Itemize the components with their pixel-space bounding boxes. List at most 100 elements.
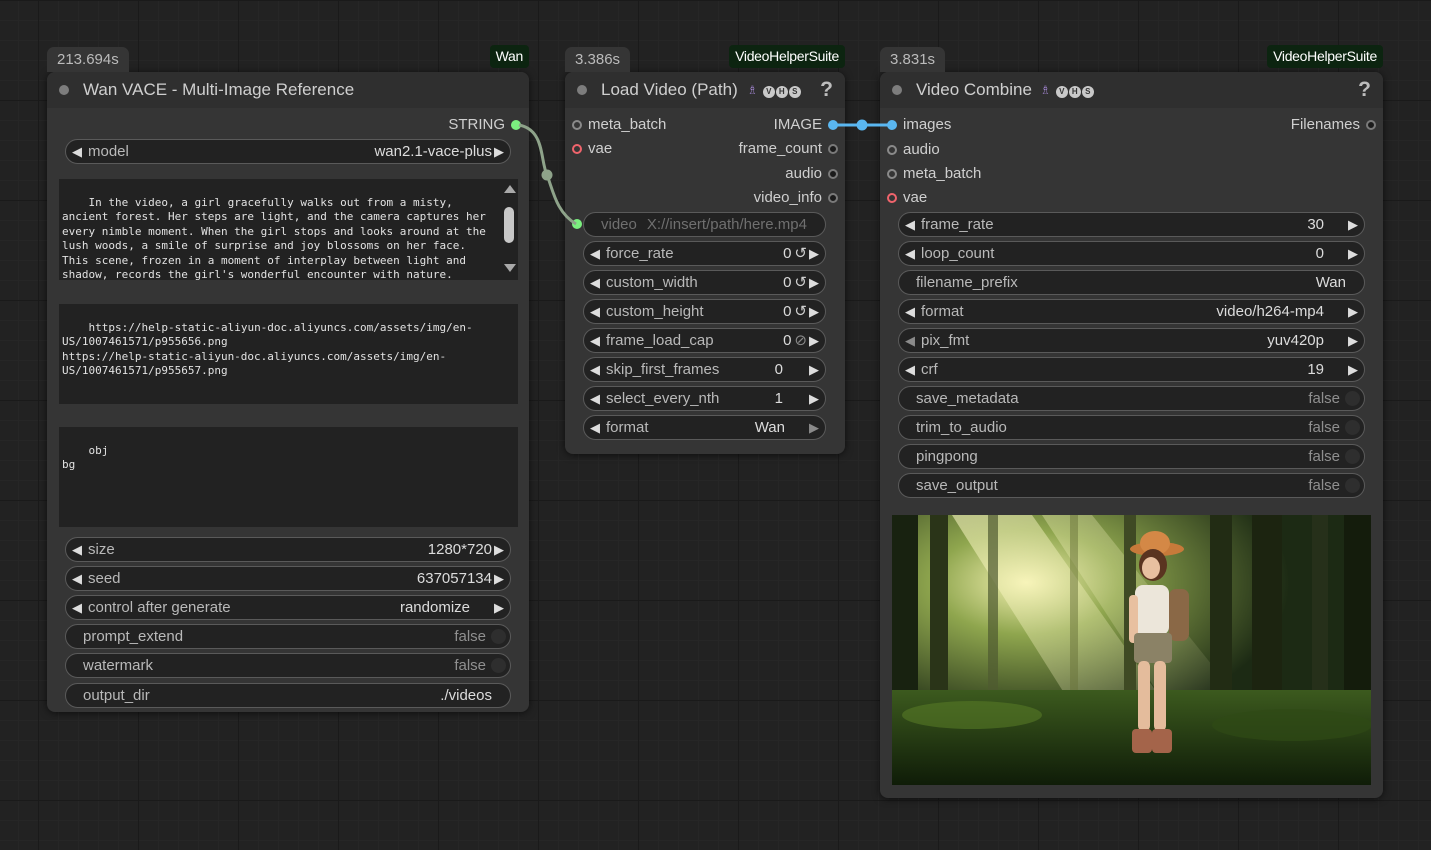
force-rate-number[interactable]: ◀ force_rate 0 ↺ ▶: [583, 241, 826, 266]
increment-arrow-icon[interactable]: ▶: [494, 567, 504, 590]
decrement-arrow-icon[interactable]: ◀: [590, 329, 600, 352]
skip-first-frames-number[interactable]: ◀ skip_first_frames 0 ▶: [583, 357, 826, 382]
frame-load-cap-number[interactable]: ◀ frame_load_cap 0 ⊘ ▶: [583, 328, 826, 353]
reference-types-textarea[interactable]: obj bg: [59, 427, 518, 527]
increment-arrow-icon[interactable]: ▶: [809, 300, 819, 323]
increment-arrow-icon[interactable]: ▶: [494, 538, 504, 561]
output-dot[interactable]: [828, 169, 838, 179]
input-dot[interactable]: [887, 193, 897, 203]
collapse-dot[interactable]: [892, 85, 902, 95]
custom-width-number[interactable]: ◀ custom_width 0 ↺ ▶: [583, 270, 826, 295]
output-dot[interactable]: [828, 120, 838, 130]
decrement-arrow-icon[interactable]: ◀: [905, 300, 915, 323]
increment-arrow-icon[interactable]: ▶: [809, 416, 819, 439]
increment-arrow-icon[interactable]: ▶: [809, 242, 819, 265]
help-icon[interactable]: ?: [820, 72, 833, 108]
input-vae[interactable]: vae: [572, 139, 612, 159]
input-dot[interactable]: [887, 120, 897, 130]
output-dot[interactable]: [1366, 120, 1376, 130]
decrement-arrow-icon[interactable]: ◀: [590, 242, 600, 265]
image-urls-textarea[interactable]: https://help-static-aliyun-doc.aliyuncs.…: [59, 304, 518, 404]
frame-rate-number[interactable]: ◀ frame_rate 30 ▶: [898, 212, 1365, 237]
decrement-arrow-icon[interactable]: ◀: [905, 213, 915, 236]
input-meta-batch[interactable]: meta_batch: [572, 115, 666, 135]
reset-icon[interactable]: ↺: [794, 271, 807, 294]
node-header[interactable]: Video Combine ♗ V H S ?: [880, 72, 1383, 108]
pix-fmt-combo[interactable]: ◀ pix_fmt yuv420p ▶: [898, 328, 1365, 353]
decrement-arrow-icon[interactable]: ◀: [590, 300, 600, 323]
decrement-arrow-icon[interactable]: ◀: [72, 567, 82, 590]
decrement-arrow-icon[interactable]: ◀: [72, 596, 82, 619]
video-path-input[interactable]: video X://insert/path/here.mp4: [583, 212, 826, 237]
input-vae[interactable]: vae: [887, 188, 927, 208]
video-preview[interactable]: [892, 515, 1371, 785]
toggle-knob[interactable]: [491, 629, 506, 644]
collapse-dot[interactable]: [577, 85, 587, 95]
disable-icon[interactable]: ⊘: [794, 329, 807, 352]
format-combo[interactable]: ◀ format Wan ▶: [583, 415, 826, 440]
seed-number[interactable]: ◀ seed 637057134 ▶: [65, 566, 511, 591]
output-filenames[interactable]: Filenames: [1291, 115, 1376, 135]
prompt-extend-toggle[interactable]: prompt_extend false: [65, 624, 511, 649]
output-string-dot[interactable]: [511, 120, 521, 130]
increment-arrow-icon[interactable]: ▶: [809, 329, 819, 352]
toggle-knob[interactable]: [1345, 449, 1360, 464]
decrement-arrow-icon[interactable]: ◀: [590, 358, 600, 381]
node-header[interactable]: Load Video (Path) ♗ V H S ?: [565, 72, 845, 108]
control-after-generate-combo[interactable]: ◀ control after generate randomize ▶: [65, 595, 511, 620]
save-output-toggle[interactable]: save_output false: [898, 473, 1365, 498]
increment-arrow-icon[interactable]: ▶: [1348, 358, 1358, 381]
scroll-thumb[interactable]: [504, 207, 514, 243]
output-dot[interactable]: [828, 193, 838, 203]
wan-vace-node[interactable]: 213.694s Wan Wan VACE - Multi-Image Refe…: [47, 45, 529, 712]
increment-arrow-icon[interactable]: ▶: [494, 596, 504, 619]
trim-to-audio-toggle[interactable]: trim_to_audio false: [898, 415, 1365, 440]
increment-arrow-icon[interactable]: ▶: [1348, 242, 1358, 265]
increment-arrow-icon[interactable]: ▶: [809, 387, 819, 410]
format-combo[interactable]: ◀ format video/h264-mp4 ▶: [898, 299, 1365, 324]
decrement-arrow-icon[interactable]: ◀: [590, 416, 600, 439]
increment-arrow-icon[interactable]: ▶: [809, 358, 819, 381]
input-audio[interactable]: audio: [887, 140, 940, 160]
toggle-knob[interactable]: [1345, 391, 1360, 406]
input-images[interactable]: images: [887, 115, 951, 135]
custom-height-number[interactable]: ◀ custom_height 0 ↺ ▶: [583, 299, 826, 324]
input-dot[interactable]: [887, 145, 897, 155]
increment-arrow-icon[interactable]: ▶: [809, 271, 819, 294]
decrement-arrow-icon[interactable]: ◀: [72, 140, 82, 163]
watermark-toggle[interactable]: watermark false: [65, 653, 511, 678]
output-dot[interactable]: [828, 144, 838, 154]
prompt-textarea[interactable]: In the video, a girl gracefully walks ou…: [59, 179, 518, 280]
output-string[interactable]: STRING: [448, 115, 521, 135]
input-dot[interactable]: [572, 120, 582, 130]
input-meta-batch[interactable]: meta_batch: [887, 164, 981, 184]
decrement-arrow-icon[interactable]: ◀: [905, 242, 915, 265]
pingpong-toggle[interactable]: pingpong false: [898, 444, 1365, 469]
output-audio[interactable]: audio: [785, 164, 838, 184]
prompt-scrollbar[interactable]: [500, 179, 518, 280]
toggle-knob[interactable]: [1345, 420, 1360, 435]
filename-prefix-text[interactable]: filename_prefix Wan: [898, 270, 1365, 295]
size-combo[interactable]: ◀ size 1280*720 ▶: [65, 537, 511, 562]
decrement-arrow-icon[interactable]: ◀: [905, 358, 915, 381]
input-dot[interactable]: [572, 219, 582, 229]
increment-arrow-icon[interactable]: ▶: [1348, 213, 1358, 236]
input-dot[interactable]: [887, 169, 897, 179]
video-combine-node[interactable]: 3.831s VideoHelperSuite Video Combine ♗ V…: [880, 45, 1383, 798]
output-image[interactable]: IMAGE: [774, 115, 838, 135]
reset-icon[interactable]: ↺: [794, 300, 807, 323]
model-combo[interactable]: ◀ model wan2.1-vace-plus ▶: [65, 139, 511, 164]
collapse-dot[interactable]: [59, 85, 69, 95]
save-metadata-toggle[interactable]: save_metadata false: [898, 386, 1365, 411]
decrement-arrow-icon[interactable]: ◀: [590, 387, 600, 410]
toggle-knob[interactable]: [491, 658, 506, 673]
decrement-arrow-icon[interactable]: ◀: [72, 538, 82, 561]
select-every-nth-number[interactable]: ◀ select_every_nth 1 ▶: [583, 386, 826, 411]
reset-icon[interactable]: ↺: [794, 242, 807, 265]
help-icon[interactable]: ?: [1358, 72, 1371, 108]
scroll-down-icon[interactable]: [504, 264, 516, 272]
decrement-arrow-icon[interactable]: ◀: [590, 271, 600, 294]
decrement-arrow-icon[interactable]: ◀: [905, 329, 915, 352]
crf-number[interactable]: ◀ crf 19 ▶: [898, 357, 1365, 382]
output-video-info[interactable]: video_info: [754, 188, 838, 208]
